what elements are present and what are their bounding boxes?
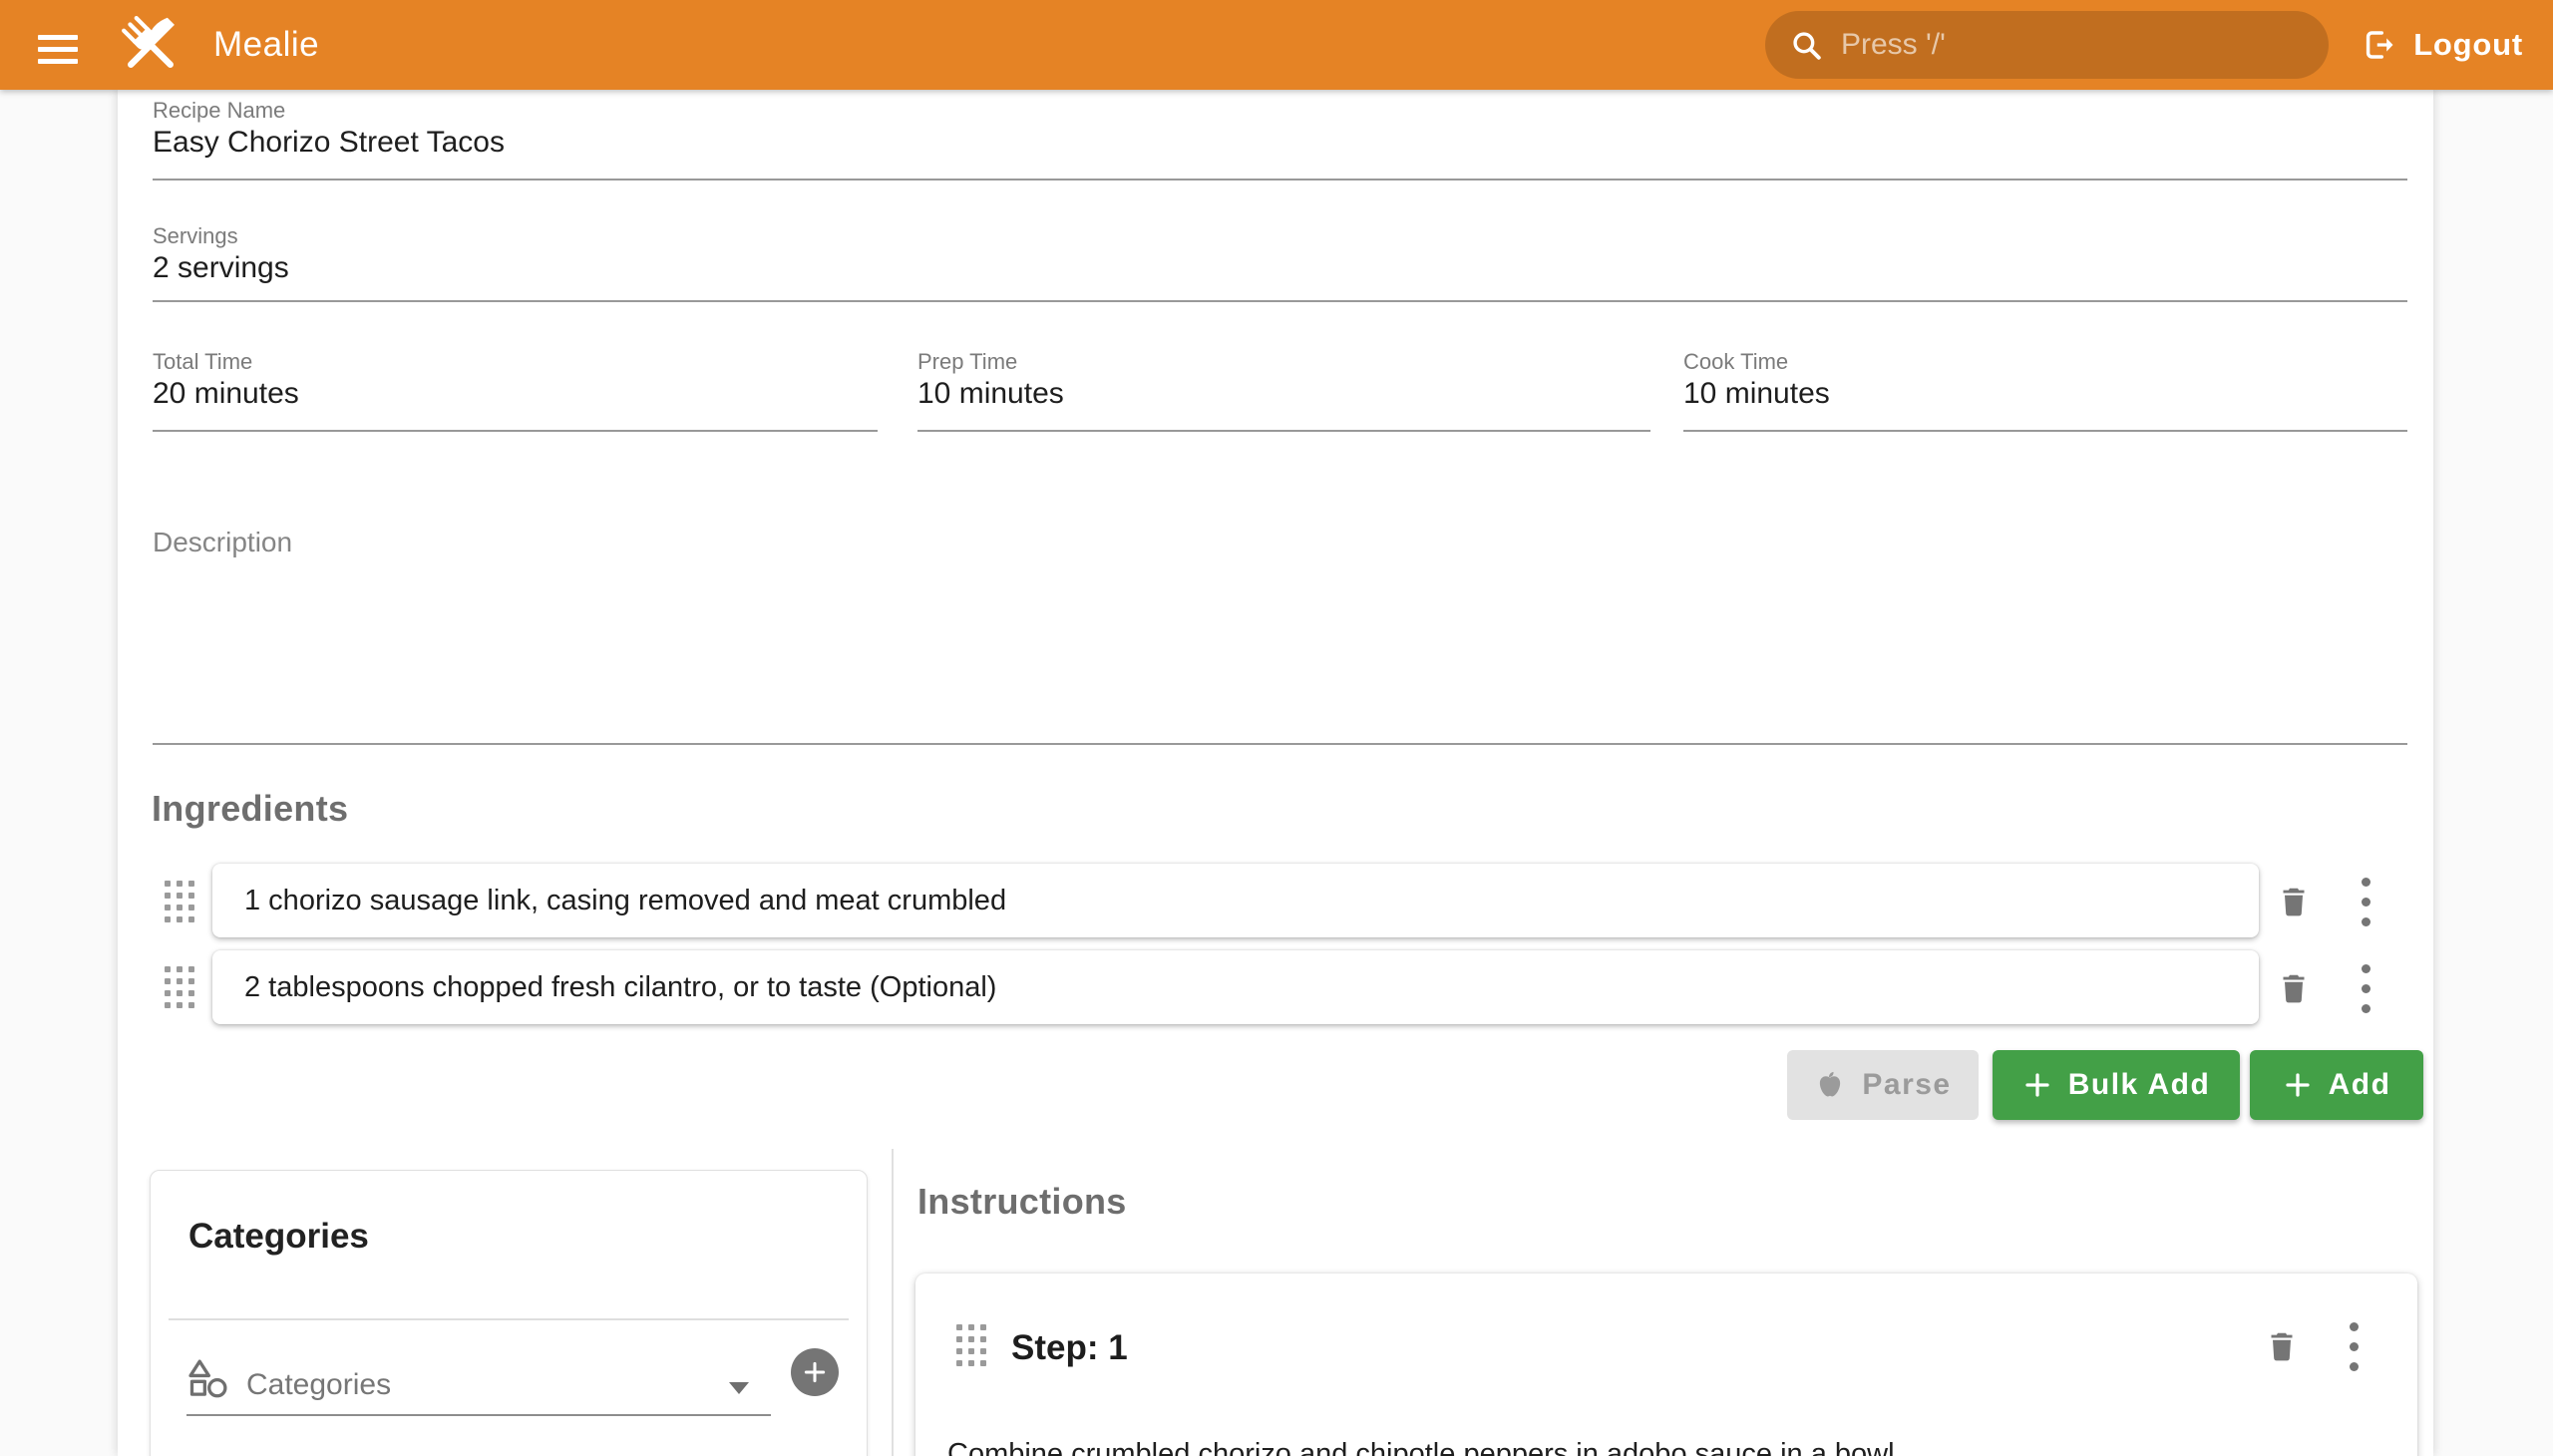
ingredient-input[interactable]	[244, 971, 2189, 1004]
app-title: Mealie	[213, 0, 319, 90]
add-label: Add	[2329, 1068, 2391, 1102]
plus-icon	[2022, 1070, 2052, 1100]
total-time-underline	[153, 430, 878, 432]
ingredients-heading: Ingredients	[152, 788, 348, 830]
plus-icon	[2283, 1070, 2313, 1100]
parse-label: Parse	[1862, 1068, 1951, 1102]
step-title: Step: 1	[1011, 1328, 1128, 1368]
categories-card-title: Categories	[188, 1217, 369, 1257]
drag-indicator-icon	[165, 881, 194, 922]
dots-vertical-icon	[2362, 964, 2371, 1013]
step-drag-handle[interactable]	[951, 1319, 991, 1371]
search-placeholder: Press '/'	[1841, 28, 1946, 62]
trash-icon	[2276, 970, 2312, 1006]
search-input[interactable]: Press '/'	[1765, 11, 2329, 79]
recipe-name-input[interactable]	[153, 126, 2347, 160]
plus-icon	[802, 1359, 828, 1385]
prep-time-input[interactable]	[917, 377, 1616, 411]
chevron-down-icon	[729, 1382, 749, 1394]
total-time-input[interactable]	[153, 377, 851, 411]
logout-button[interactable]: Logout	[2362, 0, 2523, 90]
mealie-silverware-logo-icon	[114, 12, 187, 78]
description-underline	[153, 743, 2407, 745]
step-text[interactable]: Combine crumbled chorizo and chipotle pe…	[947, 1433, 2364, 1456]
cook-time-input[interactable]	[1683, 377, 2381, 411]
recipe-name-underline	[153, 179, 2407, 181]
menu-icon[interactable]	[34, 22, 82, 68]
apple-icon	[1814, 1069, 1846, 1101]
parse-button[interactable]: Parse	[1787, 1050, 1979, 1120]
mealie-recipe-editor: Mealie Press '/' Logout Recipe Name Serv…	[0, 0, 2553, 1456]
cook-time-underline	[1683, 430, 2407, 432]
total-time-label: Total Time	[153, 349, 252, 375]
search-icon	[1789, 28, 1823, 62]
add-category-button[interactable]	[791, 1348, 839, 1396]
trash-icon	[2276, 884, 2312, 919]
ingredient-delete-button[interactable]	[2266, 960, 2322, 1016]
ingredient-input[interactable]	[244, 885, 2189, 917]
categories-divider	[169, 1318, 849, 1320]
instructions-heading: Instructions	[917, 1181, 1127, 1223]
description-textarea[interactable]	[153, 568, 2407, 736]
bulk-add-label: Bulk Add	[2068, 1068, 2211, 1102]
ingredient-drag-handle[interactable]	[160, 876, 199, 927]
dots-vertical-icon	[2350, 1322, 2359, 1371]
categories-select[interactable]: Categories	[186, 1338, 771, 1434]
app-bar: Mealie Press '/' Logout	[0, 0, 2553, 90]
categories-select-label: Categories	[246, 1368, 391, 1402]
ingredient-menu-button[interactable]	[2338, 960, 2393, 1016]
prep-time-underline	[917, 430, 1650, 432]
step-card: Step: 1 Combine crumbled chorizo and chi…	[915, 1274, 2417, 1456]
prep-time-label: Prep Time	[917, 349, 1017, 375]
categories-card: Categories Categories	[150, 1170, 868, 1456]
servings-input[interactable]	[153, 251, 2347, 285]
ingredient-row[interactable]	[212, 950, 2259, 1024]
ingredient-drag-handle[interactable]	[160, 961, 199, 1013]
drag-indicator-icon	[956, 1324, 986, 1366]
dots-vertical-icon	[2362, 878, 2371, 926]
description-label: Description	[153, 527, 292, 558]
column-divider	[892, 1149, 894, 1456]
recipe-name-label: Recipe Name	[153, 98, 285, 124]
logout-label: Logout	[2413, 27, 2523, 63]
ingredient-row[interactable]	[212, 864, 2259, 937]
cook-time-label: Cook Time	[1683, 349, 1788, 375]
step-delete-button[interactable]	[2254, 1318, 2310, 1374]
ingredient-menu-button[interactable]	[2338, 874, 2393, 929]
shapes-icon	[186, 1356, 230, 1400]
servings-label: Servings	[153, 223, 238, 249]
bulk-add-button[interactable]: Bulk Add	[1993, 1050, 2240, 1120]
trash-icon	[2264, 1328, 2300, 1364]
drag-indicator-icon	[165, 966, 194, 1008]
categories-select-underline	[186, 1414, 771, 1416]
add-button[interactable]: Add	[2250, 1050, 2423, 1120]
servings-underline	[153, 300, 2407, 302]
ingredient-delete-button[interactable]	[2266, 874, 2322, 929]
step-menu-button[interactable]	[2326, 1318, 2381, 1374]
logout-icon	[2362, 27, 2397, 63]
